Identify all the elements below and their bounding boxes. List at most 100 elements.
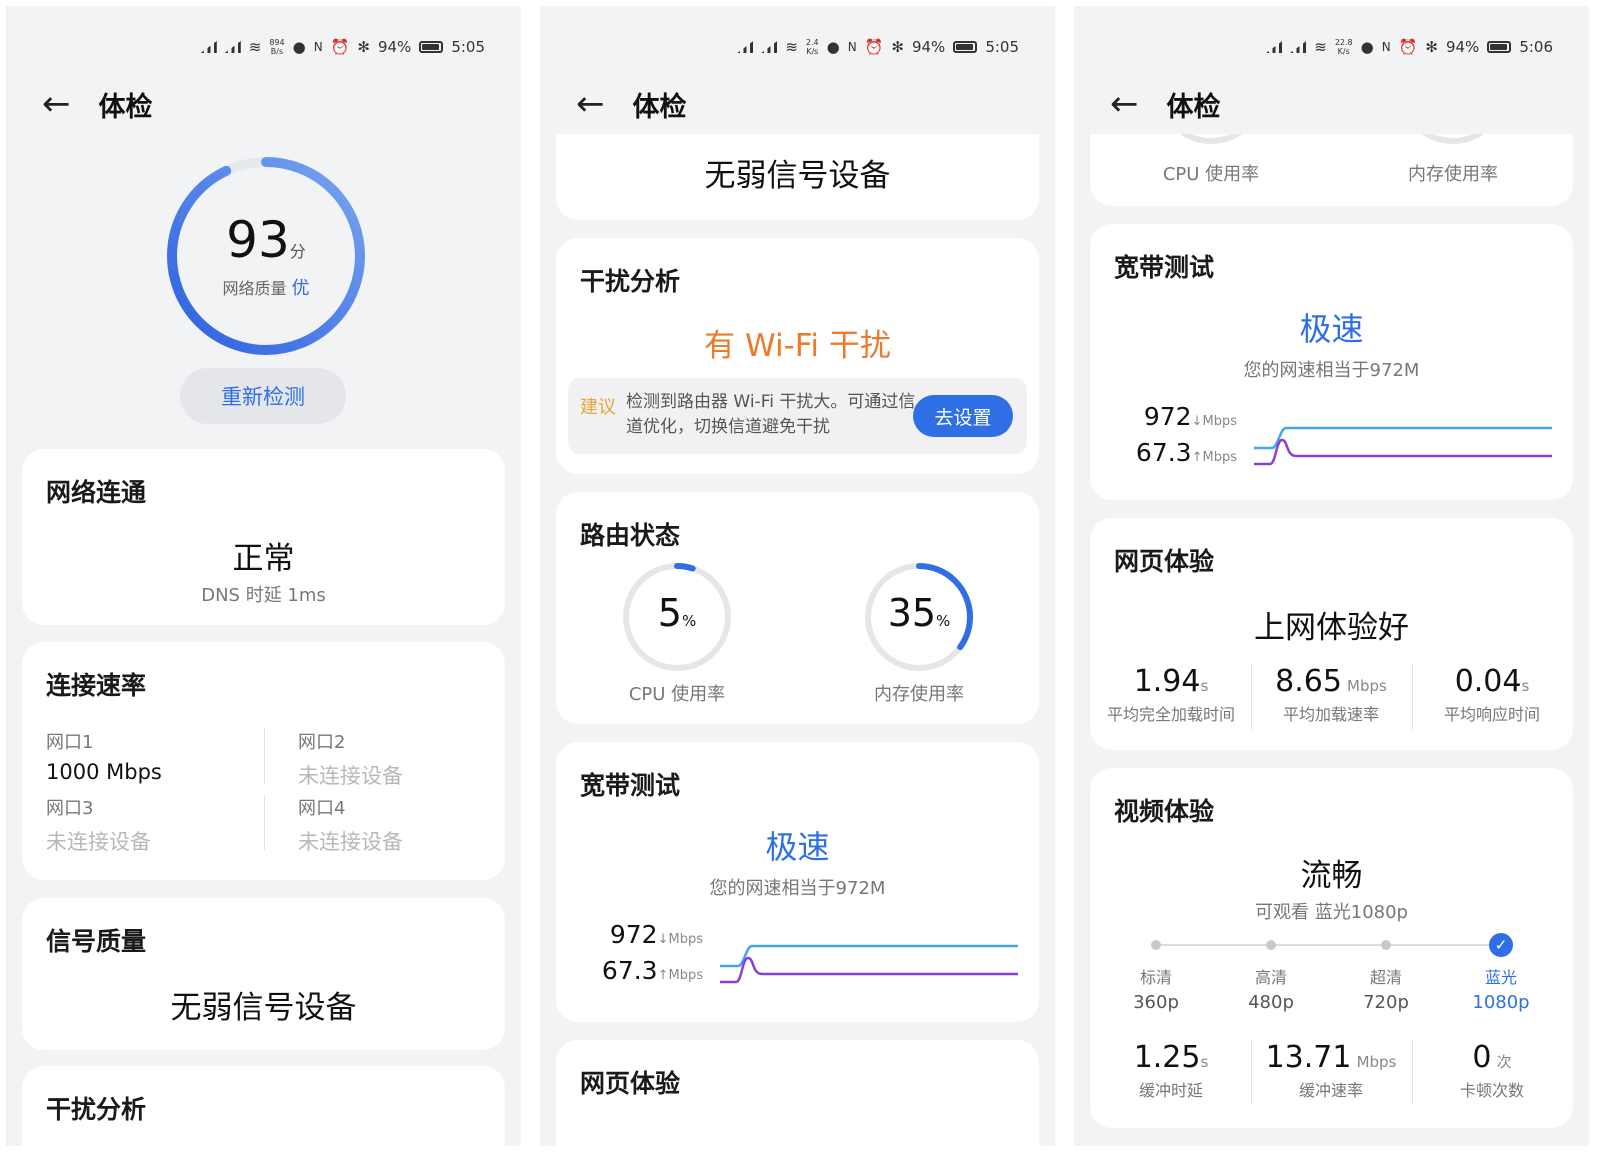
broadband-label: 宽带测试 [1114,253,1215,282]
resolution-480p: 高清 480p [1226,964,1316,1013]
port-name: 网口2 [298,732,346,753]
resolution-track [1156,944,1501,946]
metric-value: 13.71 [1265,1040,1352,1075]
broadband-desc: 您的网速相当于972M [709,878,886,899]
download-speed: 972↓Mbps [610,920,703,949]
video-metric: 1.25s 缓冲时延 [1096,1040,1246,1101]
bluetooth-icon: ✻ [891,38,904,56]
download-value: 972 [1143,402,1192,431]
memory-value: 35% [862,591,976,635]
check-icon: ✓ [1489,933,1513,957]
resolution-value: 1080p [1472,992,1530,1013]
upload-value: 67.3 [601,956,658,985]
bluetooth-icon: ✻ [1425,38,1438,56]
web-metric: 8.65 Mbps 平均加载速率 [1256,664,1406,725]
dns-latency: DNS 时延 1ms [201,585,326,606]
port-name: 网口3 [46,798,94,819]
back-arrow-icon[interactable]: ← [42,87,71,121]
battery-percent: 94% [911,38,946,56]
quality-label: 网络质量 [222,279,287,298]
metric-unit: s [1521,677,1530,695]
screen-1: ≋ 894 B/s ● N ⏰ ✻ 94% 5:05 ← 体检 93分 网络质量 … [6,6,521,1146]
router-card: 路由状态 5% CPU 使用率 35% 内存使用率 [556,492,1039,724]
metric-unit: Mbps [1356,1053,1397,1071]
web-card: 网页体验 上网体验好 1.94s 平均完全加载时间 8.65 Mbps 平均加载速率… [1090,518,1573,750]
speed-trend-chart [720,944,1018,984]
upload-unit: Mbps [668,968,704,983]
download-unit: Mbps [668,932,704,947]
divider [264,728,265,784]
resolution-dot [1151,940,1161,950]
divider [1251,664,1252,730]
web-result: 上网体验好 [1254,610,1409,646]
resolution-value: 360p [1133,992,1179,1013]
signal-icon [224,41,241,53]
speed-trend-chart [1254,426,1552,466]
resolution-dot [1381,940,1391,950]
back-arrow-icon[interactable]: ← [576,87,605,121]
interference-card-partial: 干扰分析 [22,1066,505,1146]
battery-icon [419,41,444,53]
net-speed-value: 894 [269,38,285,47]
score-value: 93分 [156,211,376,269]
web-metric: 0.04s 平均响应时间 [1417,664,1567,725]
metric-label: 缓冲时延 [1138,1081,1203,1100]
metric-label: 平均加载速率 [1282,705,1379,724]
cpu-gauge [1179,134,1243,144]
video-card: 视频体验 流畅 可观看 蓝光1080p ✓ 标清 360p 高清 480p 超清 72… [1090,768,1573,1128]
broadband-card: 宽带测试 极速 您的网速相当于972M 972↓Mbps 67.3↑Mbps [1090,224,1573,500]
memory-gauge [1421,134,1485,144]
signal-icon [737,41,754,53]
metric-unit: Mbps [1347,677,1387,695]
wifi-icon: ≋ [1314,38,1327,56]
go-settings-button[interactable]: 去设置 [913,395,1013,437]
signal-icon [1290,41,1307,53]
screen-3: ≋ 22.8 K/s ● N ⏰ ✻ 94% 5:06 ← 体检 CPU 使用率 … [1074,6,1589,1146]
clock: 5:05 [451,38,485,56]
battery-icon [953,41,978,53]
status-bar: ≋ 22.8 K/s ● N ⏰ ✻ 94% 5:06 [1266,32,1553,62]
port-value: 未连接设备 [46,830,151,854]
port-value: 1000 Mbps [46,760,162,784]
signal-icon [200,41,217,53]
net-speed: 2.4 K/s [806,38,819,56]
download-arrow-icon: ↓ [657,932,669,947]
signal-value: 无弱信号设备 [170,990,357,1026]
ports-label: 连接速率 [46,671,147,700]
upload-speed: 67.3↑Mbps [602,956,703,985]
cpu-label: CPU 使用率 [628,684,726,705]
status-bar: ≋ 894 B/s ● N ⏰ ✻ 94% 5:05 [200,32,485,62]
signal-value: 无弱信号设备 [704,158,891,194]
port-value: 未连接设备 [298,764,403,788]
net-speed-unit: K/s [1337,47,1350,56]
interference-card: 干扰分析 有 Wi-Fi 干扰 建议 检测到路由器 Wi-Fi 干扰大。可通过信… [556,238,1039,474]
upload-value: 67.3 [1135,438,1192,467]
bluetooth-icon: ✻ [357,38,370,56]
alarm-icon: ⏰ [330,38,350,56]
web-label: 网页体验 [580,1069,681,1098]
interference-label: 干扰分析 [46,1095,147,1124]
port-2: 网口2 未连接设备 [298,728,505,790]
port-name: 网口1 [46,732,94,753]
upload-speed: 67.3↑Mbps [1136,438,1237,467]
metric-unit: s [1200,1053,1209,1071]
ports-card: 连接速率 网口1 1000 Mbps 网口2 未连接设备 网口3 未连接设备 网口4 未… [22,642,505,880]
video-desc: 可观看 蓝光1080p [1255,902,1408,923]
download-arrow-icon: ↓ [1191,414,1203,429]
memory-unit: % [936,612,951,630]
metric-unit: s [1200,677,1209,695]
broadband-label: 宽带测试 [580,771,681,800]
upload-arrow-icon: ↑ [1191,450,1203,465]
web-label: 网页体验 [1114,547,1215,576]
back-arrow-icon[interactable]: ← [1110,87,1139,121]
router-label: 路由状态 [580,521,681,550]
net-speed-unit: B/s [270,47,284,56]
port-3: 网口3 未连接设备 [46,794,256,856]
cpu-label: CPU 使用率 [1162,164,1260,185]
recheck-button[interactable]: 重新检测 [180,368,346,424]
net-speed-value: 22.8 [1334,38,1353,47]
router-card-partial: CPU 使用率 内存使用率 [1090,134,1573,206]
signal-icon [1266,41,1283,53]
metric-label: 卡顿次数 [1459,1081,1524,1100]
download-value: 972 [609,920,658,949]
